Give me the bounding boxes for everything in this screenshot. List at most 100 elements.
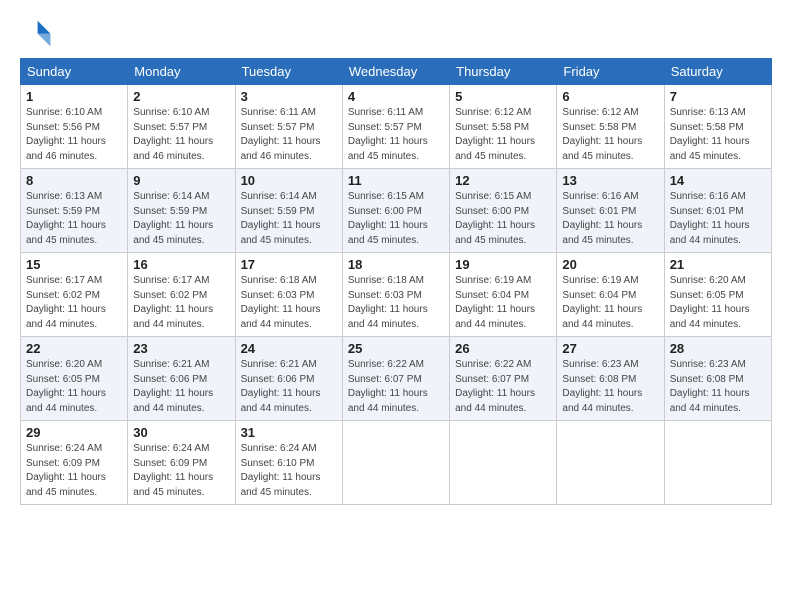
- calendar-cell: 1 Sunrise: 6:10 AMSunset: 5:56 PMDayligh…: [21, 85, 128, 169]
- calendar-cell: 11 Sunrise: 6:15 AMSunset: 6:00 PMDaylig…: [342, 169, 449, 253]
- day-number: 2: [133, 89, 229, 104]
- day-number: 13: [562, 173, 658, 188]
- calendar-cell: 20 Sunrise: 6:19 AMSunset: 6:04 PMDaylig…: [557, 253, 664, 337]
- day-number: 10: [241, 173, 337, 188]
- calendar-cell: 2 Sunrise: 6:10 AMSunset: 5:57 PMDayligh…: [128, 85, 235, 169]
- day-number: 8: [26, 173, 122, 188]
- day-number: 30: [133, 425, 229, 440]
- day-info: Sunrise: 6:11 AMSunset: 5:57 PMDaylight:…: [241, 107, 321, 162]
- day-number: 3: [241, 89, 337, 104]
- day-number: 1: [26, 89, 122, 104]
- logo-icon: [20, 16, 52, 48]
- day-number: 28: [670, 341, 766, 356]
- day-info: Sunrise: 6:22 AMSunset: 6:07 PMDaylight:…: [348, 359, 428, 414]
- day-info: Sunrise: 6:10 AMSunset: 5:56 PMDaylight:…: [26, 107, 106, 162]
- calendar-week-row: 29 Sunrise: 6:24 AMSunset: 6:09 PMDaylig…: [21, 421, 772, 505]
- day-number: 24: [241, 341, 337, 356]
- calendar-cell: [450, 421, 557, 505]
- calendar-cell: 23 Sunrise: 6:21 AMSunset: 6:06 PMDaylig…: [128, 337, 235, 421]
- calendar-header-tuesday: Tuesday: [235, 59, 342, 85]
- day-info: Sunrise: 6:19 AMSunset: 6:04 PMDaylight:…: [455, 275, 535, 330]
- day-info: Sunrise: 6:19 AMSunset: 6:04 PMDaylight:…: [562, 275, 642, 330]
- day-info: Sunrise: 6:17 AMSunset: 6:02 PMDaylight:…: [26, 275, 106, 330]
- day-info: Sunrise: 6:13 AMSunset: 5:59 PMDaylight:…: [26, 191, 106, 246]
- calendar-cell: 22 Sunrise: 6:20 AMSunset: 6:05 PMDaylig…: [21, 337, 128, 421]
- day-info: Sunrise: 6:11 AMSunset: 5:57 PMDaylight:…: [348, 107, 428, 162]
- day-number: 20: [562, 257, 658, 272]
- calendar-cell: 16 Sunrise: 6:17 AMSunset: 6:02 PMDaylig…: [128, 253, 235, 337]
- day-number: 16: [133, 257, 229, 272]
- calendar-cell: 27 Sunrise: 6:23 AMSunset: 6:08 PMDaylig…: [557, 337, 664, 421]
- calendar-cell: 25 Sunrise: 6:22 AMSunset: 6:07 PMDaylig…: [342, 337, 449, 421]
- day-number: 14: [670, 173, 766, 188]
- day-info: Sunrise: 6:23 AMSunset: 6:08 PMDaylight:…: [562, 359, 642, 414]
- day-number: 31: [241, 425, 337, 440]
- day-number: 15: [26, 257, 122, 272]
- calendar-cell: 31 Sunrise: 6:24 AMSunset: 6:10 PMDaylig…: [235, 421, 342, 505]
- calendar-week-row: 1 Sunrise: 6:10 AMSunset: 5:56 PMDayligh…: [21, 85, 772, 169]
- day-info: Sunrise: 6:22 AMSunset: 6:07 PMDaylight:…: [455, 359, 535, 414]
- calendar-cell: 28 Sunrise: 6:23 AMSunset: 6:08 PMDaylig…: [664, 337, 771, 421]
- calendar-cell: [664, 421, 771, 505]
- day-number: 22: [26, 341, 122, 356]
- day-number: 27: [562, 341, 658, 356]
- header: [20, 16, 772, 48]
- day-number: 17: [241, 257, 337, 272]
- day-number: 7: [670, 89, 766, 104]
- day-number: 11: [348, 173, 444, 188]
- day-info: Sunrise: 6:20 AMSunset: 6:05 PMDaylight:…: [26, 359, 106, 414]
- day-number: 25: [348, 341, 444, 356]
- calendar-header-wednesday: Wednesday: [342, 59, 449, 85]
- calendar-cell: 21 Sunrise: 6:20 AMSunset: 6:05 PMDaylig…: [664, 253, 771, 337]
- day-info: Sunrise: 6:18 AMSunset: 6:03 PMDaylight:…: [241, 275, 321, 330]
- day-number: 5: [455, 89, 551, 104]
- day-info: Sunrise: 6:10 AMSunset: 5:57 PMDaylight:…: [133, 107, 213, 162]
- calendar-cell: 4 Sunrise: 6:11 AMSunset: 5:57 PMDayligh…: [342, 85, 449, 169]
- day-info: Sunrise: 6:15 AMSunset: 6:00 PMDaylight:…: [455, 191, 535, 246]
- day-number: 19: [455, 257, 551, 272]
- day-info: Sunrise: 6:14 AMSunset: 5:59 PMDaylight:…: [241, 191, 321, 246]
- day-number: 21: [670, 257, 766, 272]
- day-info: Sunrise: 6:15 AMSunset: 6:00 PMDaylight:…: [348, 191, 428, 246]
- day-number: 9: [133, 173, 229, 188]
- day-info: Sunrise: 6:18 AMSunset: 6:03 PMDaylight:…: [348, 275, 428, 330]
- day-info: Sunrise: 6:24 AMSunset: 6:09 PMDaylight:…: [133, 443, 213, 498]
- calendar-cell: 8 Sunrise: 6:13 AMSunset: 5:59 PMDayligh…: [21, 169, 128, 253]
- calendar-cell: 29 Sunrise: 6:24 AMSunset: 6:09 PMDaylig…: [21, 421, 128, 505]
- page: SundayMondayTuesdayWednesdayThursdayFrid…: [0, 0, 792, 612]
- day-info: Sunrise: 6:24 AMSunset: 6:10 PMDaylight:…: [241, 443, 321, 498]
- day-number: 6: [562, 89, 658, 104]
- calendar-header-thursday: Thursday: [450, 59, 557, 85]
- day-info: Sunrise: 6:16 AMSunset: 6:01 PMDaylight:…: [562, 191, 642, 246]
- day-info: Sunrise: 6:12 AMSunset: 5:58 PMDaylight:…: [455, 107, 535, 162]
- calendar-cell: 26 Sunrise: 6:22 AMSunset: 6:07 PMDaylig…: [450, 337, 557, 421]
- day-info: Sunrise: 6:12 AMSunset: 5:58 PMDaylight:…: [562, 107, 642, 162]
- day-info: Sunrise: 6:20 AMSunset: 6:05 PMDaylight:…: [670, 275, 750, 330]
- calendar-week-row: 15 Sunrise: 6:17 AMSunset: 6:02 PMDaylig…: [21, 253, 772, 337]
- day-number: 29: [26, 425, 122, 440]
- day-info: Sunrise: 6:14 AMSunset: 5:59 PMDaylight:…: [133, 191, 213, 246]
- calendar-table: SundayMondayTuesdayWednesdayThursdayFrid…: [20, 58, 772, 505]
- calendar-week-row: 8 Sunrise: 6:13 AMSunset: 5:59 PMDayligh…: [21, 169, 772, 253]
- calendar-header-monday: Monday: [128, 59, 235, 85]
- day-number: 23: [133, 341, 229, 356]
- calendar-cell: 5 Sunrise: 6:12 AMSunset: 5:58 PMDayligh…: [450, 85, 557, 169]
- calendar-cell: 9 Sunrise: 6:14 AMSunset: 5:59 PMDayligh…: [128, 169, 235, 253]
- day-number: 26: [455, 341, 551, 356]
- day-info: Sunrise: 6:24 AMSunset: 6:09 PMDaylight:…: [26, 443, 106, 498]
- calendar-header-friday: Friday: [557, 59, 664, 85]
- calendar-header-sunday: Sunday: [21, 59, 128, 85]
- calendar-cell: 18 Sunrise: 6:18 AMSunset: 6:03 PMDaylig…: [342, 253, 449, 337]
- day-number: 18: [348, 257, 444, 272]
- calendar-cell: 10 Sunrise: 6:14 AMSunset: 5:59 PMDaylig…: [235, 169, 342, 253]
- calendar-header-saturday: Saturday: [664, 59, 771, 85]
- day-info: Sunrise: 6:21 AMSunset: 6:06 PMDaylight:…: [241, 359, 321, 414]
- calendar-cell: 17 Sunrise: 6:18 AMSunset: 6:03 PMDaylig…: [235, 253, 342, 337]
- calendar-cell: 7 Sunrise: 6:13 AMSunset: 5:58 PMDayligh…: [664, 85, 771, 169]
- day-info: Sunrise: 6:17 AMSunset: 6:02 PMDaylight:…: [133, 275, 213, 330]
- calendar-cell: [557, 421, 664, 505]
- day-number: 4: [348, 89, 444, 104]
- calendar-cell: 15 Sunrise: 6:17 AMSunset: 6:02 PMDaylig…: [21, 253, 128, 337]
- calendar-cell: 19 Sunrise: 6:19 AMSunset: 6:04 PMDaylig…: [450, 253, 557, 337]
- calendar-cell: [342, 421, 449, 505]
